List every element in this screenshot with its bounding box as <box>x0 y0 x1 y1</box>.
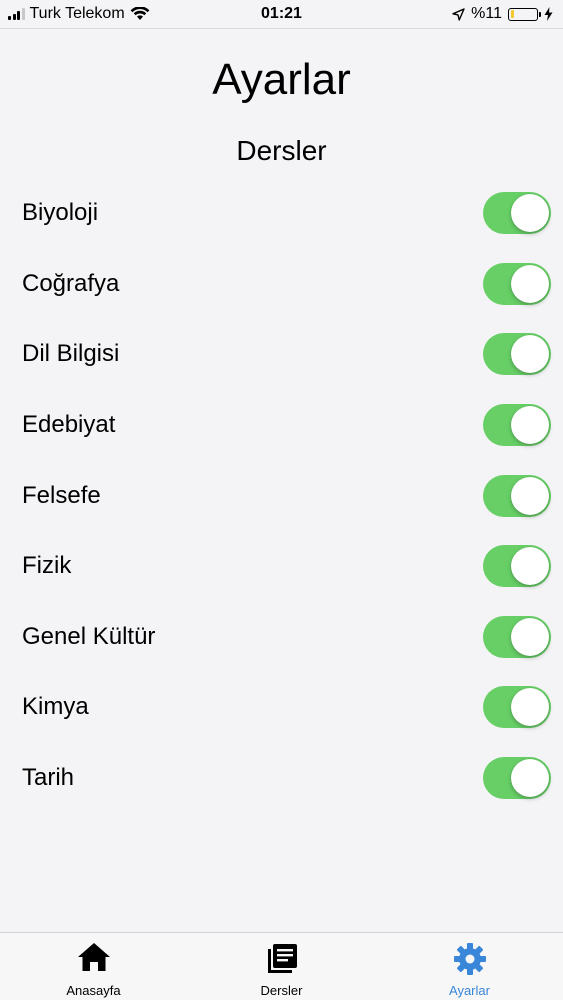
list-item: Edebiyat <box>0 390 563 461</box>
toggle-knob <box>511 617 549 656</box>
battery-percent: %11 <box>471 5 502 22</box>
tab-dersler[interactable]: Dersler <box>188 933 375 1000</box>
battery-icon <box>508 7 541 21</box>
subject-label: Biyoloji <box>22 199 99 227</box>
subject-label: Edebiyat <box>22 411 116 439</box>
list-item: Felsefe <box>0 460 563 531</box>
list-item: Coğrafya <box>0 249 563 320</box>
charging-bolt-icon <box>544 7 553 21</box>
gear-icon <box>453 943 486 975</box>
tab-label: Anasayfa <box>66 983 121 998</box>
subject-toggle[interactable] <box>483 474 551 517</box>
subject-toggle[interactable] <box>483 615 551 658</box>
subject-label: Felsefe <box>22 481 101 509</box>
page-title: Ayarlar <box>212 55 351 104</box>
list-item: Genel Kültür <box>0 602 563 673</box>
subject-toggle[interactable] <box>483 404 551 447</box>
subject-toggle[interactable] <box>483 545 551 588</box>
subject-toggle[interactable] <box>483 333 551 376</box>
status-bar: Turk Telekom 01:21 %11 <box>0 0 563 28</box>
battery-level <box>510 10 514 18</box>
subject-label: Coğrafya <box>22 269 120 297</box>
tab-anasayfa[interactable]: Anasayfa <box>0 933 187 1000</box>
list-item: Kimya <box>0 672 563 743</box>
subject-toggle[interactable] <box>483 757 551 800</box>
toggle-knob <box>511 476 549 515</box>
toggle-knob <box>511 335 549 374</box>
subject-label: Fizik <box>22 552 72 580</box>
toggle-knob <box>511 264 549 303</box>
subject-toggle[interactable] <box>483 686 551 729</box>
location-arrow-icon <box>452 7 465 21</box>
section-title: Dersler <box>236 135 327 166</box>
toggle-knob <box>511 547 549 586</box>
toggle-knob <box>511 688 549 727</box>
subject-label: Kimya <box>22 693 89 721</box>
subject-label: Genel Kültür <box>22 622 156 650</box>
tab-ayarlar[interactable]: Ayarlar <box>376 933 563 1000</box>
home-icon <box>77 943 110 971</box>
subject-toggle[interactable] <box>483 192 551 235</box>
tab-label: Dersler <box>260 983 303 998</box>
book-icon <box>267 944 297 973</box>
toggle-knob <box>511 406 549 445</box>
list-item: Tarih <box>0 743 563 814</box>
toggle-knob <box>511 194 549 233</box>
toggle-knob <box>511 759 549 798</box>
status-divider <box>0 28 563 29</box>
subject-toggle[interactable] <box>483 262 551 305</box>
tab-bar: Anasayfa Dersler Ayarlar <box>0 932 563 1000</box>
tab-label: Ayarlar <box>449 983 490 998</box>
subject-list: Biyoloji Coğrafya Dil Bilgisi Edebiyat F… <box>0 178 563 813</box>
list-item: Dil Bilgisi <box>0 319 563 390</box>
list-item: Biyoloji <box>0 178 563 249</box>
subject-label: Dil Bilgisi <box>22 340 120 368</box>
status-right: %11 <box>452 5 553 23</box>
list-item: Fizik <box>0 531 563 602</box>
subject-label: Tarih <box>22 764 75 792</box>
